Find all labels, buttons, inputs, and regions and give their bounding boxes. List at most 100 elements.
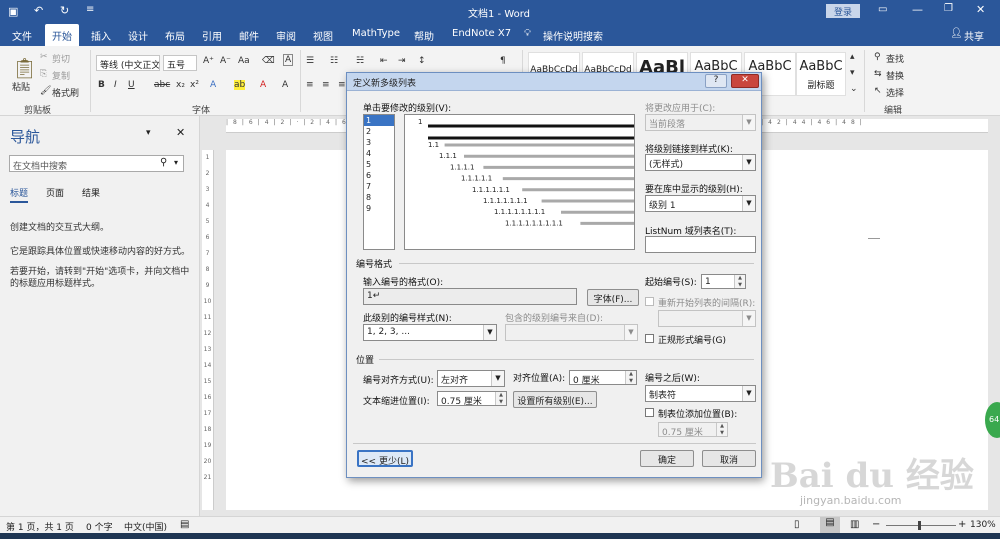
tab-file[interactable]: 文件	[12, 28, 32, 43]
tab-insert[interactable]: 插入	[91, 28, 111, 43]
apply-to-select[interactable]: 当前段落 ▼	[645, 114, 756, 131]
print-layout-icon[interactable]: ▤	[820, 517, 840, 533]
legal-numbering-checkbox[interactable]	[645, 334, 654, 343]
number-style-select[interactable]: 1, 2, 3, ... ▼	[363, 324, 497, 341]
select-icon[interactable]: ↖	[874, 86, 882, 96]
tab-view[interactable]: 视图	[313, 28, 333, 43]
format-painter-icon[interactable]: 🖌︎	[40, 86, 51, 96]
nav-tab-pages[interactable]: 页面	[46, 186, 64, 199]
less-button[interactable]: << 更少(L)	[357, 450, 413, 467]
nav-tab-headings[interactable]: 标题	[10, 186, 29, 203]
login-button[interactable]: 登录	[826, 4, 860, 18]
nav-search-input[interactable]: 在文档中搜索 ⚲ ▾	[9, 155, 184, 172]
paste-button[interactable]: 粘贴	[12, 80, 30, 93]
chevron-down-icon[interactable]: ▼	[742, 155, 755, 170]
tell-me-search[interactable]: 操作说明搜索	[543, 28, 603, 43]
set-all-levels-button[interactable]: 设置所有级别(E)...	[513, 391, 597, 408]
styles-down-icon[interactable]: ▾	[850, 68, 855, 78]
char-border-icon[interactable]: A	[283, 54, 294, 66]
underline-icon[interactable]: U	[128, 80, 135, 90]
zoom-out-icon[interactable]: −	[872, 519, 880, 530]
strikethrough-icon[interactable]: abc	[154, 80, 170, 90]
grow-font-icon[interactable]: A⁺	[203, 56, 214, 66]
minimize-icon[interactable]: —	[912, 3, 923, 16]
copy-icon[interactable]: ⎘	[40, 69, 47, 79]
bullets-icon[interactable]: ☰	[306, 56, 314, 66]
gallery-level-select[interactable]: 级别 1 ▼	[645, 195, 756, 212]
format-painter-button[interactable]: 格式刷	[52, 86, 79, 99]
aligned-at-input[interactable]: 0 厘米 ▲ ▼	[569, 370, 637, 385]
restart-checkbox[interactable]	[645, 297, 654, 306]
zoom-level[interactable]: 130%	[970, 520, 996, 530]
level-item[interactable]: 4	[364, 148, 394, 159]
char-shading-icon[interactable]: A	[282, 80, 288, 90]
numbering-icon[interactable]: ☷	[330, 56, 338, 66]
save-icon[interactable]: ▣	[8, 5, 18, 18]
zoom-slider[interactable]	[886, 525, 956, 526]
dialog-title-bar[interactable]: 定义新多级列表 ? ✕	[347, 73, 761, 91]
tab-design[interactable]: 设计	[128, 28, 148, 43]
nav-options-icon[interactable]: ▾	[146, 128, 151, 138]
vertical-ruler[interactable]: 1 2 3 4 5 6 7 8 9 10 11 12 13 14 15 16 17 18 19 20 21	[202, 150, 214, 510]
change-case-icon[interactable]: Aa	[238, 56, 250, 66]
replace-button[interactable]: 替换	[886, 69, 904, 82]
close-window-icon[interactable]: ✕	[976, 3, 985, 16]
zoom-slider-thumb[interactable]	[918, 521, 921, 530]
level-item[interactable]: 8	[364, 192, 394, 203]
web-layout-icon[interactable]: ▥	[850, 519, 859, 530]
ok-button[interactable]: 确定	[640, 450, 694, 467]
language-status[interactable]: 中文(中国)	[124, 520, 167, 533]
bold-icon[interactable]: B	[98, 80, 105, 90]
font-color-icon[interactable]: A	[260, 80, 266, 90]
start-at-input[interactable]: 1 ▲ ▼	[701, 274, 746, 289]
nav-close-icon[interactable]: ✕	[176, 126, 185, 139]
level-listbox[interactable]: 123456789	[363, 114, 395, 250]
chevron-down-icon[interactable]: ▼	[624, 325, 637, 340]
restart-select[interactable]: ▼	[658, 310, 756, 327]
level-item[interactable]: 5	[364, 159, 394, 170]
font-button[interactable]: 字体(F)...	[587, 289, 639, 306]
subscript-icon[interactable]: x₂	[176, 80, 185, 90]
align-left-icon[interactable]: ≡	[306, 80, 314, 90]
tab-mailings[interactable]: 邮件	[239, 28, 259, 43]
follow-number-select[interactable]: 制表符 ▼	[645, 385, 756, 402]
share-button[interactable]: 共享	[964, 28, 984, 43]
tab-layout[interactable]: 布局	[165, 28, 185, 43]
font-size-combo[interactable]: 五号	[163, 55, 197, 71]
cancel-button[interactable]: 取消	[702, 450, 756, 467]
align-center-icon[interactable]: ≡	[322, 80, 330, 90]
aligned-at-spinner[interactable]: ▲ ▼	[625, 371, 636, 384]
page-count[interactable]: 第 1 页，共 1 页	[6, 520, 74, 533]
nav-tab-results[interactable]: 结果	[82, 186, 100, 199]
tab-stop-input[interactable]: 0.75 厘米 ▲ ▼	[658, 422, 728, 437]
multilevel-list-icon[interactable]: ☵	[356, 56, 364, 66]
dialog-close-button[interactable]: ✕	[731, 74, 759, 88]
cut-icon[interactable]: ✂	[40, 52, 48, 62]
level-item[interactable]: 2	[364, 126, 394, 137]
redo-icon[interactable]: ↻	[60, 4, 69, 17]
search-icon[interactable]: ⚲	[160, 157, 167, 168]
macro-record-icon[interactable]: ▤	[180, 519, 189, 530]
chevron-down-icon[interactable]: ▼	[742, 196, 755, 211]
level-item[interactable]: 7	[364, 181, 394, 192]
maximize-icon[interactable]: ❐	[944, 3, 953, 14]
level-item[interactable]: 3	[364, 137, 394, 148]
tab-stop-spinner[interactable]: ▲ ▼	[716, 423, 727, 436]
decrease-indent-icon[interactable]: ⇤	[380, 56, 388, 66]
tab-endnote[interactable]: EndNote X7	[452, 28, 511, 39]
customize-toolbar-icon[interactable]: ≡	[86, 4, 94, 15]
ribbon-display-icon[interactable]: ▭	[878, 4, 887, 15]
include-level-select[interactable]: ▼	[505, 324, 638, 341]
dialog-help-button[interactable]: ?	[705, 74, 727, 88]
show-marks-icon[interactable]: ¶	[500, 56, 506, 66]
tab-references[interactable]: 引用	[202, 28, 222, 43]
tab-help[interactable]: 帮助	[414, 28, 434, 43]
chevron-down-icon[interactable]: ▼	[742, 115, 755, 130]
chevron-down-icon[interactable]: ▾	[174, 158, 178, 167]
replace-icon[interactable]: ⇆	[874, 69, 882, 79]
style-subtitle[interactable]: AaBbC 副标题	[796, 52, 846, 96]
select-button[interactable]: 选择	[886, 86, 904, 99]
start-at-spinner[interactable]: ▲ ▼	[734, 275, 745, 288]
level-item[interactable]: 9	[364, 203, 394, 214]
tab-mathtype[interactable]: MathType	[352, 28, 400, 39]
